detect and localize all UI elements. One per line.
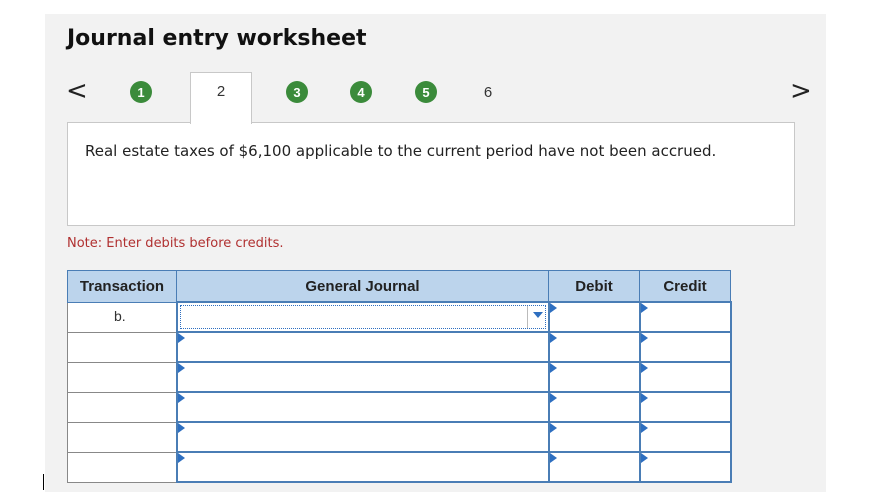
debit-input[interactable] — [547, 331, 641, 363]
transaction-cell: b. — [67, 301, 177, 333]
input-flag-icon — [549, 423, 557, 433]
input-flag-icon — [549, 363, 557, 373]
credit-input[interactable] — [638, 421, 732, 453]
input-flag-icon — [640, 453, 648, 463]
description-text: Real estate taxes of $6,100 applicable t… — [85, 142, 717, 160]
table-row — [67, 421, 732, 453]
debit-input[interactable] — [547, 391, 641, 423]
credit-input[interactable] — [638, 451, 732, 483]
input-flag-icon — [177, 393, 185, 403]
transaction-label: b. — [114, 308, 126, 324]
text-cursor — [43, 474, 44, 490]
transaction-cell — [67, 451, 177, 483]
transaction-cell — [67, 331, 177, 363]
step-5-button[interactable]: 5 — [415, 81, 437, 103]
debit-input[interactable] — [547, 421, 641, 453]
input-flag-icon — [177, 453, 185, 463]
input-flag-icon — [640, 363, 648, 373]
general-journal-input[interactable] — [175, 421, 550, 453]
input-flag-icon — [177, 363, 185, 373]
input-flag-icon — [549, 393, 557, 403]
previous-arrow-icon[interactable]: < — [66, 78, 88, 104]
page-title: Journal entry worksheet — [67, 26, 367, 51]
credit-input[interactable] — [638, 301, 732, 333]
credit-input[interactable] — [638, 361, 732, 393]
table-row: b. — [67, 301, 732, 333]
header-general-journal: General Journal — [176, 270, 549, 303]
credit-input[interactable] — [638, 331, 732, 363]
note-text: Note: Enter debits before credits. — [67, 236, 284, 251]
header-debit: Debit — [548, 270, 640, 303]
general-journal-input[interactable] — [175, 451, 550, 483]
input-flag-icon — [640, 333, 648, 343]
transaction-cell — [67, 361, 177, 393]
table-row — [67, 331, 732, 363]
input-flag-icon — [640, 423, 648, 433]
input-flag-icon — [177, 423, 185, 433]
transaction-description: Real estate taxes of $6,100 applicable t… — [67, 122, 795, 226]
input-flag-icon — [549, 303, 557, 313]
input-flag-icon — [549, 333, 557, 343]
input-flag-icon — [640, 393, 648, 403]
table-row — [67, 361, 732, 393]
table-row — [67, 451, 732, 483]
step-3-button[interactable]: 3 — [286, 81, 308, 103]
input-flag-icon — [549, 453, 557, 463]
general-journal-select[interactable] — [175, 301, 550, 333]
transaction-cell — [67, 421, 177, 453]
account-dropdown-focus[interactable] — [179, 305, 546, 329]
input-flag-icon — [640, 303, 648, 313]
input-flag-icon — [177, 333, 185, 343]
debit-input[interactable] — [547, 451, 641, 483]
step-2-tab[interactable]: 2 — [190, 72, 252, 124]
header-credit: Credit — [639, 270, 731, 303]
general-journal-input[interactable] — [175, 361, 550, 393]
transaction-cell — [67, 391, 177, 423]
debit-input[interactable] — [547, 361, 641, 393]
dropdown-divider — [526, 306, 528, 328]
credit-input[interactable] — [638, 391, 732, 423]
header-transaction: Transaction — [67, 270, 177, 303]
table-header-row: Transaction General Journal Debit Credit — [67, 270, 731, 303]
step-1-button[interactable]: 1 — [130, 81, 152, 103]
step-6-button[interactable]: 6 — [477, 81, 499, 103]
journal-table: Transaction General Journal Debit Credit… — [67, 270, 732, 483]
general-journal-input[interactable] — [175, 391, 550, 423]
general-journal-input[interactable] — [175, 331, 550, 363]
debit-input[interactable] — [547, 301, 641, 333]
chevron-down-icon[interactable] — [532, 312, 543, 318]
table-row — [67, 391, 732, 423]
next-arrow-icon[interactable]: > — [790, 78, 812, 104]
step-4-button[interactable]: 4 — [350, 81, 372, 103]
